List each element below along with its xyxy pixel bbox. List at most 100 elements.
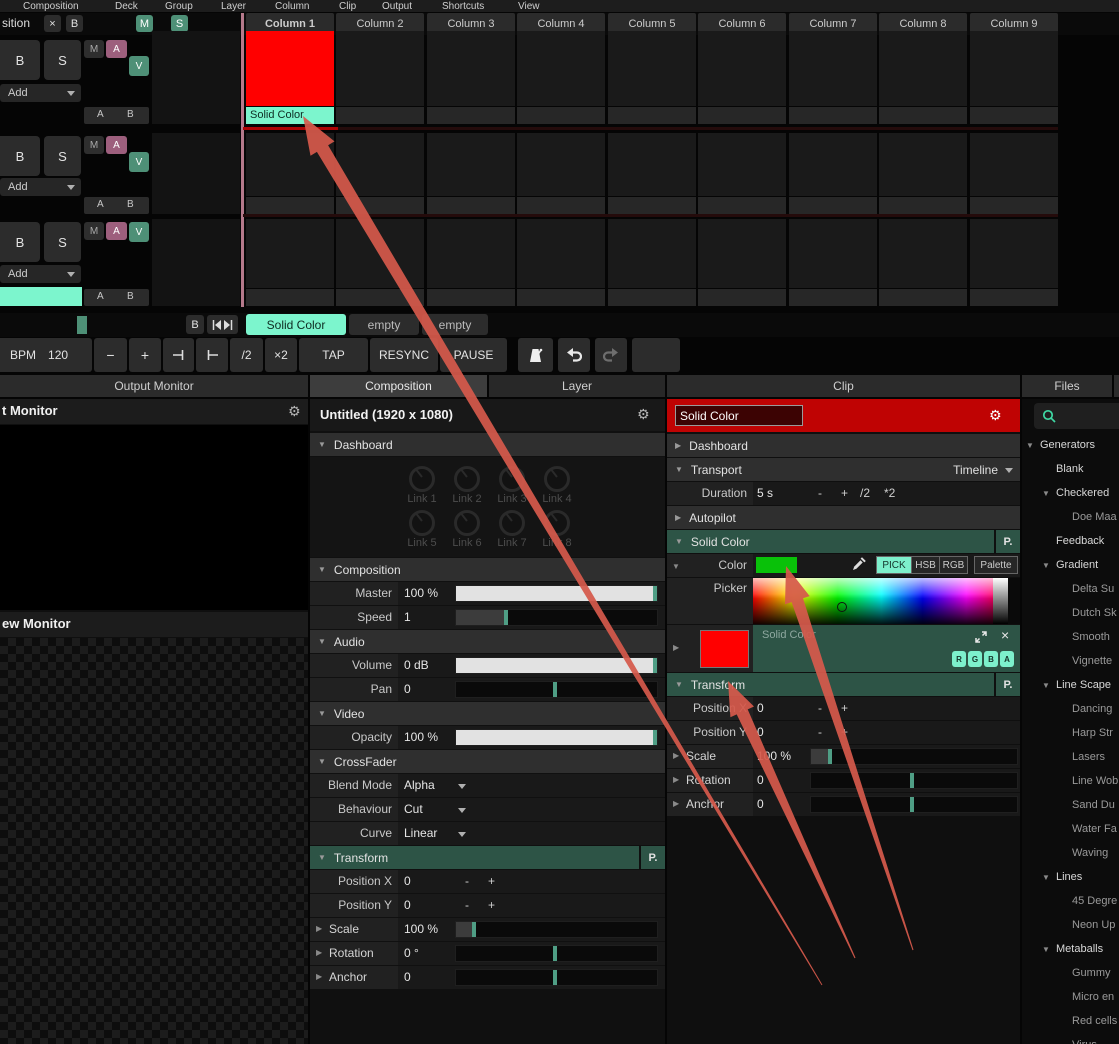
clip-cell-label-3-7[interactable] [789, 289, 877, 306]
decrement-button[interactable]: - [465, 898, 469, 912]
chevron-down-icon[interactable]: ▼ [1042, 561, 1050, 570]
chevron-down-icon[interactable]: ▼ [1042, 945, 1050, 954]
clip-cell-2-1[interactable] [246, 133, 334, 196]
clip-cell-label-3-2[interactable] [336, 289, 424, 306]
clip-cell-3-4[interactable] [517, 219, 605, 288]
menu-layer[interactable]: Layer [221, 0, 246, 12]
param-value[interactable]: 5 s [757, 486, 773, 500]
bpm-double-button[interactable]: ×2 [265, 338, 297, 372]
clip-cell-2-2[interactable] [336, 133, 424, 196]
menu-column[interactable]: Column [275, 0, 309, 12]
clip-cell-3-5[interactable] [608, 219, 696, 288]
layer-2-a-button[interactable]: A [106, 136, 127, 154]
clip-cell-label-3-5[interactable] [608, 289, 696, 306]
chevron-right-icon[interactable]: ▶ [673, 799, 679, 808]
clip-cell-label-2-2[interactable] [336, 197, 424, 214]
color-picker-gradient[interactable] [753, 578, 1010, 624]
bpm-half-button[interactable]: /2 [230, 338, 263, 372]
clip-cell-label-3-4[interactable] [517, 289, 605, 306]
bpm-increase-button[interactable]: + [129, 338, 161, 372]
search-input[interactable] [1034, 403, 1119, 429]
double-button[interactable]: *2 [884, 486, 895, 500]
color-mode-pick[interactable]: PICK [876, 556, 912, 574]
deck-bypass-button[interactable]: B [186, 315, 204, 334]
comp-section-composition[interactable]: ▼Composition [310, 558, 665, 581]
halve-button[interactable]: /2 [860, 486, 870, 500]
param-slider[interactable] [455, 585, 658, 602]
clip-cell-1-4[interactable] [517, 31, 605, 106]
channel-r-button[interactable]: R [952, 651, 966, 667]
slider-handle[interactable] [553, 682, 557, 697]
comp-section-transform[interactable]: ▼Transform [310, 846, 639, 869]
param-value[interactable]: 0 ° [404, 946, 419, 960]
increment-button[interactable]: + [841, 701, 848, 715]
deck-clip-empty-2[interactable]: empty [422, 314, 488, 335]
undo-button[interactable] [558, 338, 590, 372]
picker-cursor[interactable] [837, 602, 847, 612]
chevron-right-icon[interactable]: ▶ [316, 924, 322, 933]
clip-cell-label-2-5[interactable] [608, 197, 696, 214]
chevron-down-icon[interactable]: ▼ [1042, 489, 1050, 498]
clip-cell-3-9[interactable] [970, 219, 1058, 288]
slider-handle[interactable] [553, 946, 557, 961]
clip-cell-3-8[interactable] [879, 219, 967, 288]
clip-cell-label-3-6[interactable] [698, 289, 786, 306]
bpm-display[interactable]: BPM 120 [0, 338, 92, 372]
dashboard-knob-8[interactable] [544, 510, 570, 536]
param-slider[interactable] [455, 681, 658, 698]
files-tree-item-vignette[interactable]: Vignette [1022, 649, 1119, 673]
eyedropper-icon[interactable] [852, 557, 866, 571]
clip-cell-label-1-4[interactable] [517, 107, 605, 124]
layer-1-solo-button[interactable]: S [44, 40, 81, 80]
tab-layer[interactable]: Layer [489, 375, 665, 397]
slider-handle[interactable] [472, 922, 476, 937]
param-value[interactable]: 0 [757, 725, 764, 739]
chevron-right-icon[interactable]: ▶ [316, 972, 322, 981]
layer-2-m-button[interactable]: M [84, 136, 104, 154]
chevron-down-icon[interactable] [458, 831, 466, 837]
clip-section-transport[interactable]: ▼TransportTimeline [667, 458, 1020, 481]
increment-button[interactable]: + [488, 898, 495, 912]
clip-pin-button[interactable]: P. [996, 673, 1020, 696]
clip-cell-3-6[interactable] [698, 219, 786, 288]
clip-cell-label-2-8[interactable] [879, 197, 967, 214]
decrement-button[interactable]: - [818, 486, 822, 500]
deck-skip-buttons[interactable] [207, 315, 238, 334]
layer-3-m-button[interactable]: M [84, 222, 104, 240]
layer-3-bypass-button[interactable]: B [0, 222, 40, 262]
files-tree-item-sand-du[interactable]: Sand Du [1022, 793, 1119, 817]
files-tree-item-gradient[interactable]: ▼Gradient [1022, 553, 1119, 577]
param-value[interactable]: Cut [404, 802, 423, 816]
files-tree-item-smooth[interactable]: Smooth [1022, 625, 1119, 649]
files-tree-item-virus[interactable]: Virus [1022, 1033, 1119, 1044]
composition-stop-button[interactable]: × [44, 15, 61, 32]
param-value[interactable]: 0 [404, 682, 411, 696]
clip-cell-2-4[interactable] [517, 133, 605, 196]
chevron-down-icon[interactable]: ▼ [1042, 873, 1050, 882]
bpm-decrease-button[interactable]: − [94, 338, 127, 372]
files-tree-item-doe-maa[interactable]: Doe Maa [1022, 505, 1119, 529]
clip-pin-button[interactable]: P. [996, 530, 1020, 553]
expand-icon[interactable] [975, 631, 987, 643]
deck-clip-empty-1[interactable]: empty [349, 314, 419, 335]
comp-section-audio[interactable]: ▼Audio [310, 630, 665, 653]
tab-files[interactable]: Files [1022, 375, 1112, 397]
composition-solo-button[interactable]: S [171, 15, 188, 32]
menu-clip[interactable]: Clip [339, 0, 356, 12]
clip-cell-label-1-9[interactable] [970, 107, 1058, 124]
param-slider[interactable] [455, 609, 658, 626]
param-slider[interactable] [455, 921, 658, 938]
clip-cell-label-3-8[interactable] [879, 289, 967, 306]
clip-cell-label-2-4[interactable] [517, 197, 605, 214]
layer-1-blend-dropdown[interactable]: Add [0, 84, 81, 102]
dashboard-knob-2[interactable] [454, 466, 480, 492]
clip-cell-label-1-6[interactable] [698, 107, 786, 124]
layer-1-a-button[interactable]: A [106, 40, 127, 58]
decrement-button[interactable]: - [818, 701, 822, 715]
clip-cell-label-1-1[interactable]: Solid Color [246, 107, 334, 124]
files-tree-item-metaballs[interactable]: ▼Metaballs [1022, 937, 1119, 961]
color-mode-rgb[interactable]: RGB [940, 556, 968, 574]
clip-cell-1-8[interactable] [879, 31, 967, 106]
layer-3-crossfader-ab[interactable]: AB [84, 289, 149, 306]
param-slider[interactable] [810, 796, 1018, 813]
